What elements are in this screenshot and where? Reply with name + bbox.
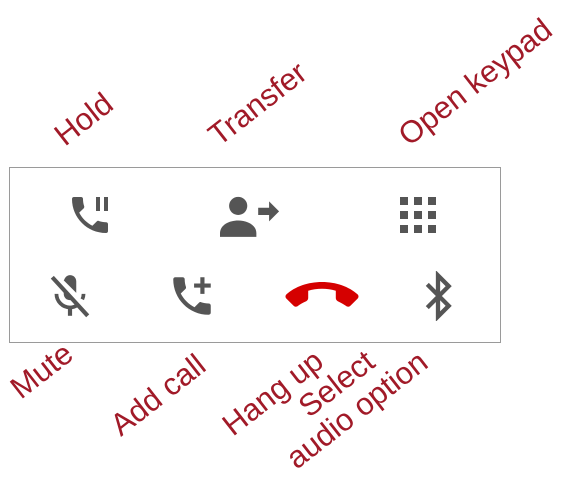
call-hold-icon bbox=[72, 197, 108, 233]
mic-off-icon bbox=[50, 275, 90, 318]
select-audio-button[interactable] bbox=[408, 266, 468, 326]
add-call-button[interactable] bbox=[162, 266, 222, 326]
hold-button[interactable] bbox=[60, 185, 120, 245]
hang-up-button[interactable] bbox=[282, 266, 362, 326]
hold-label: Hold bbox=[47, 85, 120, 153]
mute-button[interactable] bbox=[40, 266, 100, 326]
mute-label: Mute bbox=[3, 335, 80, 406]
call-end-icon bbox=[285, 282, 359, 307]
bluetooth-icon bbox=[425, 271, 452, 321]
transfer-label: Transfer bbox=[201, 54, 314, 153]
open-keypad-label: Open keypad bbox=[391, 11, 559, 153]
transfer-button[interactable] bbox=[220, 185, 280, 245]
dialpad-icon bbox=[400, 197, 436, 233]
add-call-label: Add call bbox=[103, 347, 213, 443]
add-call-icon bbox=[173, 277, 211, 315]
keypad-button[interactable] bbox=[388, 185, 448, 245]
person-arrow-icon bbox=[220, 196, 280, 237]
